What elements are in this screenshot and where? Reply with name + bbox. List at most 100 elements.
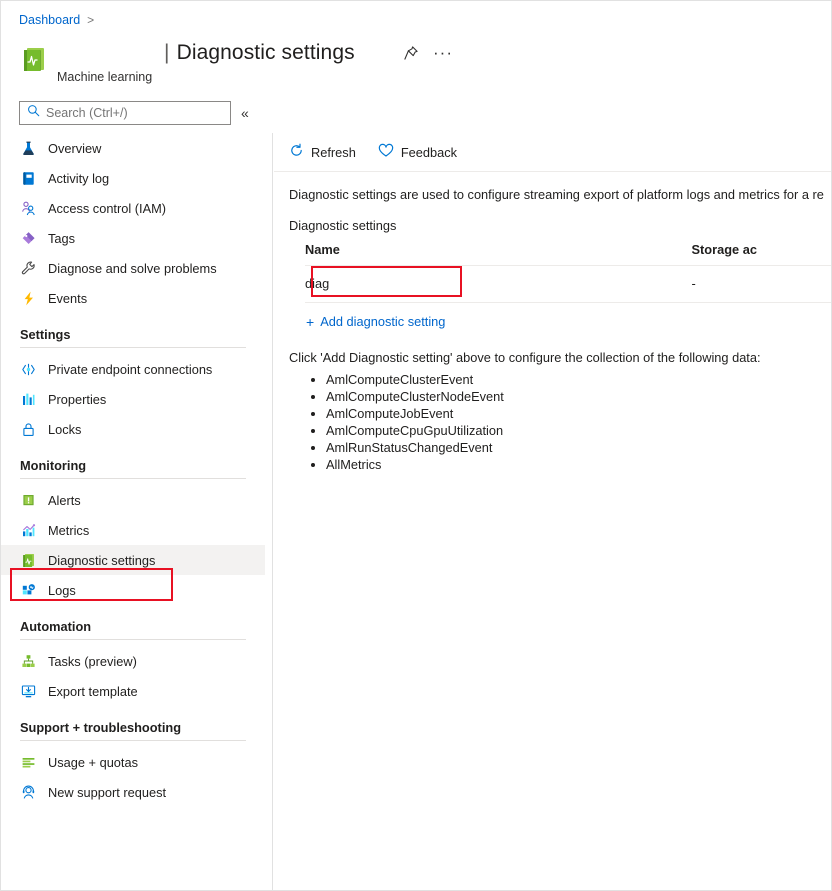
sidebar-item-label: Diagnose and solve problems xyxy=(48,260,217,276)
search-box[interactable] xyxy=(19,101,231,125)
column-header-storage-account: Storage ac xyxy=(691,242,757,257)
cell-name: diag xyxy=(305,276,330,291)
sidebar-item-new-support-request[interactable]: New support request xyxy=(1,777,265,807)
sidebar-item-tasks-preview[interactable]: Tasks (preview) xyxy=(1,646,265,676)
wrench-icon xyxy=(20,260,37,277)
diagnostic-settings-icon xyxy=(20,552,37,569)
sidebar-group-title: Support + troubleshooting xyxy=(20,720,182,735)
divider xyxy=(20,740,246,741)
add-diagnostic-setting-button[interactable]: + Add diagnostic setting xyxy=(306,314,445,329)
sidebar-item-label: Private endpoint connections xyxy=(48,361,213,377)
machine-learning-icon xyxy=(19,45,49,75)
sidebar-item-logs[interactable]: Logs xyxy=(1,575,265,605)
sidebar-item-private-endpoint-connections[interactable]: Private endpoint connections xyxy=(1,354,265,384)
sidebar-item-tags[interactable]: Tags xyxy=(1,223,265,253)
list-item: AmlComputeJobEvent xyxy=(326,405,831,422)
sidebar-group-title: Automation xyxy=(20,619,92,634)
sidebar-item-alerts[interactable]: Alerts xyxy=(1,485,265,515)
diagnostic-settings-section-label: Diagnostic settings xyxy=(289,218,397,233)
sidebar-group-monitoring: Monitoring xyxy=(1,458,272,479)
search-icon xyxy=(27,104,40,122)
sidebar-item-activity-log[interactable]: Activity log xyxy=(1,163,265,193)
title-actions: ··· xyxy=(403,44,453,61)
usage-quotas-icon xyxy=(20,754,37,771)
main-content: Refresh Feedback Diagnostic settings are… xyxy=(274,133,831,890)
sidebar-item-label: Usage + quotas xyxy=(48,754,138,770)
data-category-list: AmlComputeClusterEvent AmlComputeCluster… xyxy=(274,371,831,473)
support-request-icon xyxy=(20,784,37,801)
metrics-icon xyxy=(20,522,37,539)
list-item: AmlComputeClusterNodeEvent xyxy=(326,388,831,405)
alerts-icon xyxy=(20,492,37,509)
title-bar-glyph: | xyxy=(164,41,170,64)
sidebar-item-label: Events xyxy=(48,290,88,306)
table-row[interactable]: diag - xyxy=(305,266,831,303)
sidebar-item-export-template[interactable]: Export template xyxy=(1,676,265,706)
cell-storage-account: - xyxy=(691,276,696,291)
breadcrumb: Dashboard > xyxy=(19,12,94,28)
instruction-text: Click 'Add Diagnostic setting' above to … xyxy=(289,349,761,365)
logs-icon xyxy=(20,582,37,599)
column-header-name: Name xyxy=(305,242,340,257)
divider xyxy=(20,478,246,479)
sidebar-item-properties[interactable]: Properties xyxy=(1,384,265,414)
lightning-icon xyxy=(20,290,37,307)
page-title: | Diagnostic settings xyxy=(164,41,355,65)
export-template-icon xyxy=(20,683,37,700)
private-endpoint-icon xyxy=(20,361,37,378)
refresh-label: Refresh xyxy=(311,144,356,160)
feedback-label: Feedback xyxy=(400,144,458,160)
sidebar-item-overview[interactable]: Overview xyxy=(1,133,265,163)
resource-name: Machine learning xyxy=(57,70,153,84)
sidebar-item-label: Metrics xyxy=(48,522,90,538)
ellipsis-icon[interactable]: ··· xyxy=(433,44,453,61)
sidebar-group-title: Settings xyxy=(20,327,71,342)
feedback-button[interactable]: Feedback xyxy=(378,143,457,161)
list-item: AllMetrics xyxy=(326,456,831,473)
table-header: Name Storage ac xyxy=(305,242,831,266)
sidebar-item-label: Diagnostic settings xyxy=(48,552,156,568)
page-description: Diagnostic settings are used to configur… xyxy=(289,187,824,202)
sidebar-group-support: Support + troubleshooting xyxy=(1,720,272,741)
command-bar: Refresh Feedback xyxy=(274,133,831,172)
divider xyxy=(20,639,246,640)
sidebar-group-settings: Settings xyxy=(1,327,272,348)
activity-log-icon xyxy=(20,170,37,187)
sidebar-item-events[interactable]: Events xyxy=(1,283,265,313)
sidebar-item-label: Overview xyxy=(48,140,102,156)
search-input[interactable] xyxy=(46,106,216,120)
sidebar-item-label: Alerts xyxy=(48,492,81,508)
sidebar-item-label: New support request xyxy=(48,784,167,800)
sidebar-group-title: Monitoring xyxy=(20,458,87,473)
list-item: AmlComputeClusterEvent xyxy=(326,371,831,388)
add-diagnostic-setting-label: Add diagnostic setting xyxy=(320,314,446,329)
sidebar-item-metrics[interactable]: Metrics xyxy=(1,515,265,545)
chevron-double-left-icon[interactable]: « xyxy=(241,104,249,122)
sidebar-item-diagnose-and-solve-problems[interactable]: Diagnose and solve problems xyxy=(1,253,265,283)
sidebar-group-automation: Automation xyxy=(1,619,272,640)
breadcrumb-separator-icon: > xyxy=(87,13,95,27)
diagnostic-settings-table: Name Storage ac diag - xyxy=(305,242,831,303)
tag-icon xyxy=(20,230,37,247)
flask-icon xyxy=(20,140,37,157)
sidebar-item-access-control[interactable]: Access control (IAM) xyxy=(1,193,265,223)
people-icon xyxy=(20,200,37,217)
sidebar-item-label: Locks xyxy=(48,421,82,437)
page-title-text: Diagnostic settings xyxy=(176,41,355,64)
list-item: AmlRunStatusChangedEvent xyxy=(326,439,831,456)
sidebar-item-usage-quotas[interactable]: Usage + quotas xyxy=(1,747,265,777)
pin-icon[interactable] xyxy=(403,45,419,61)
list-item: AmlComputeCpuGpuUtilization xyxy=(326,422,831,439)
sidebar-item-label: Properties xyxy=(48,391,107,407)
divider xyxy=(20,347,246,348)
sidebar-item-label: Export template xyxy=(48,683,138,699)
sidebar-item-diagnostic-settings[interactable]: Diagnostic settings xyxy=(1,545,265,575)
sidebar-item-locks[interactable]: Locks xyxy=(1,414,265,444)
sidebar-item-label: Tasks (preview) xyxy=(48,653,137,669)
refresh-icon xyxy=(289,143,304,161)
azure-portal-screen: Dashboard > Machine learning | Diagnosti… xyxy=(0,0,832,891)
refresh-button[interactable]: Refresh xyxy=(289,143,356,161)
tasks-icon xyxy=(20,653,37,670)
breadcrumb-dashboard[interactable]: Dashboard xyxy=(19,12,80,28)
lock-icon xyxy=(20,421,37,438)
